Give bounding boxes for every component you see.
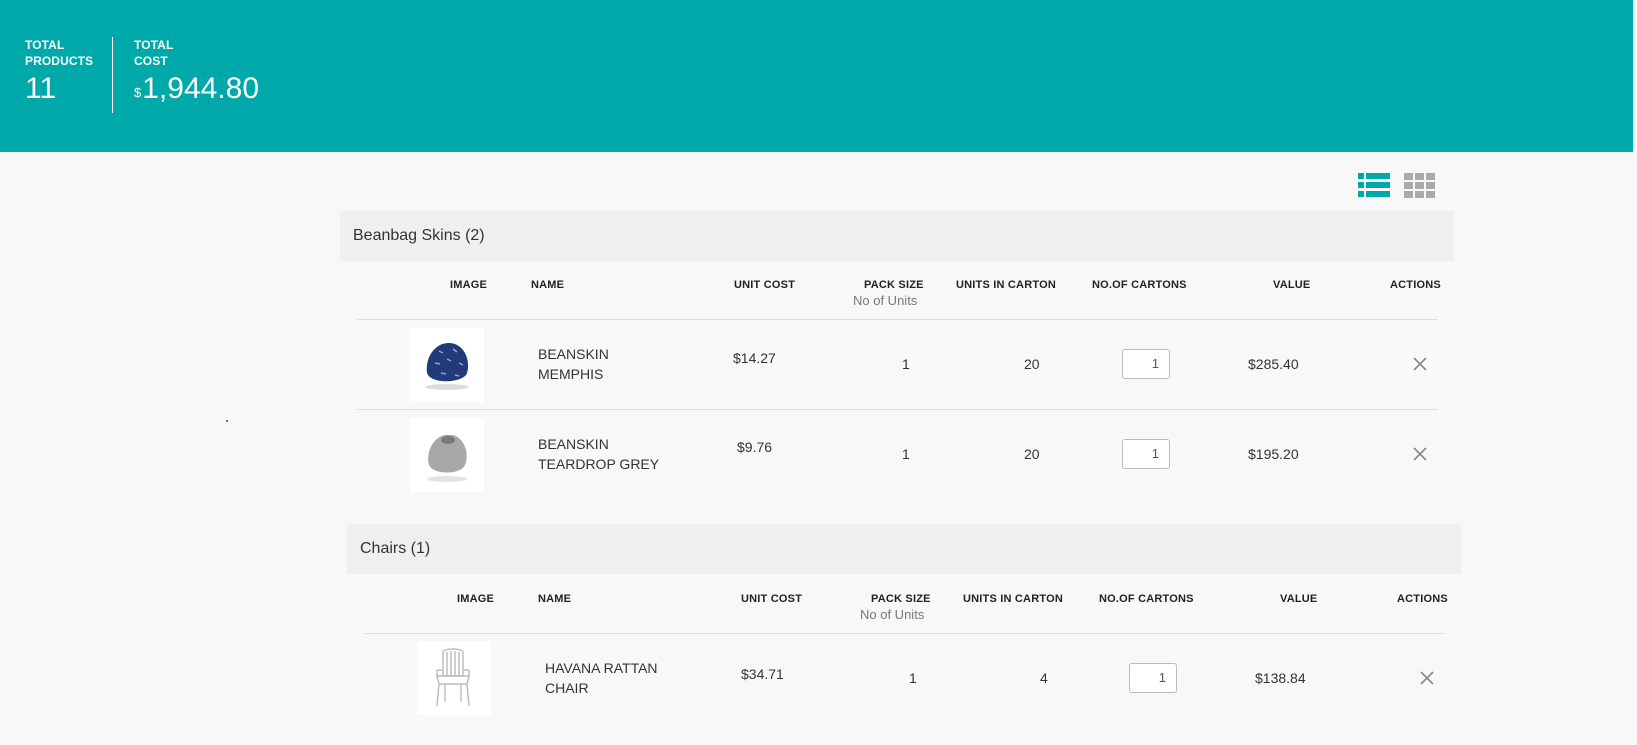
- col-image: IMAGE: [457, 593, 495, 605]
- col-image: IMAGE: [450, 279, 488, 291]
- col-actions: ACTIONS: [1397, 593, 1448, 605]
- total-products-value: 11: [25, 72, 57, 105]
- col-pack-size-sub: No of Units: [860, 607, 925, 622]
- product-name: BEANSKIN MEMPHIS: [538, 346, 609, 382]
- col-name: NAME: [538, 593, 572, 605]
- units-in-carton: 20: [1024, 356, 1040, 372]
- blue-beanbag-image: [410, 328, 484, 402]
- pack-size: 1: [902, 356, 910, 372]
- grey-beanbag-image: [410, 418, 484, 492]
- total-cost-label: TOTAL COST: [134, 38, 174, 68]
- total-cost-value: $1,944.80: [134, 71, 259, 107]
- total-cost-amount: 1,944.80: [142, 72, 260, 105]
- line-value: $138.84: [1255, 670, 1306, 686]
- col-value: VALUE: [1273, 279, 1311, 291]
- total-cost-stat: TOTAL COST $1,944.80: [134, 37, 259, 107]
- stat-divider: [112, 37, 113, 113]
- line-value: $285.40: [1248, 356, 1299, 372]
- col-unit-cost: UNIT COST: [734, 279, 796, 291]
- row-divider: [364, 633, 1445, 634]
- unit-cost: $34.71: [741, 666, 784, 682]
- product-name: HAVANA RATTAN CHAIR: [545, 660, 658, 696]
- summary-header: TOTAL PRODUCTS 11 TOTAL COST $1,944.80: [0, 0, 1633, 152]
- col-unit-cost: UNIT COST: [741, 593, 803, 605]
- row-divider: [357, 319, 1438, 320]
- total-products-stat: TOTAL PRODUCTS 11: [25, 37, 95, 107]
- white-chair-image: [417, 641, 491, 715]
- col-value: VALUE: [1280, 593, 1318, 605]
- unit-cost: $9.76: [737, 439, 773, 455]
- col-no-of-cartons: NO.OF CARTONS: [1099, 593, 1194, 605]
- units-in-carton: 20: [1024, 446, 1040, 462]
- currency-symbol: $: [134, 85, 142, 100]
- product-name: BEANSKIN TEARDROP GREY: [538, 436, 660, 472]
- col-pack-size: PACK SIZE: [864, 279, 924, 291]
- col-name: NAME: [531, 279, 565, 291]
- list-view-icon[interactable]: [1358, 172, 1390, 200]
- close-icon[interactable]: [1419, 670, 1435, 686]
- line-value: $195.20: [1248, 446, 1299, 462]
- close-icon[interactable]: [1412, 356, 1428, 372]
- cartons-input[interactable]: 1: [1129, 663, 1177, 693]
- pack-size: 1: [902, 446, 910, 462]
- col-actions: ACTIONS: [1390, 279, 1441, 291]
- col-no-of-cartons: NO.OF CARTONS: [1092, 279, 1187, 291]
- stray-dot: [226, 420, 228, 422]
- col-pack-size: PACK SIZE: [871, 593, 931, 605]
- cartons-input[interactable]: 1: [1122, 349, 1170, 379]
- total-products-label: TOTAL PRODUCTS: [25, 38, 94, 68]
- close-icon[interactable]: [1412, 446, 1428, 462]
- units-in-carton: 4: [1040, 670, 1048, 686]
- grid-view-icon[interactable]: [1404, 172, 1436, 200]
- pack-size: 1: [909, 670, 917, 686]
- col-pack-size-sub: No of Units: [853, 293, 918, 308]
- col-units-in-carton: UNITS IN CARTON: [956, 279, 1056, 291]
- group-header-chairs[interactable]: Chairs (1): [347, 524, 1461, 574]
- col-units-in-carton: UNITS IN CARTON: [963, 593, 1063, 605]
- group-header-beanbag-skins[interactable]: Beanbag Skins (2): [340, 211, 1454, 261]
- unit-cost: $14.27: [733, 350, 776, 366]
- cartons-input[interactable]: 1: [1122, 439, 1170, 469]
- row-divider: [357, 409, 1438, 410]
